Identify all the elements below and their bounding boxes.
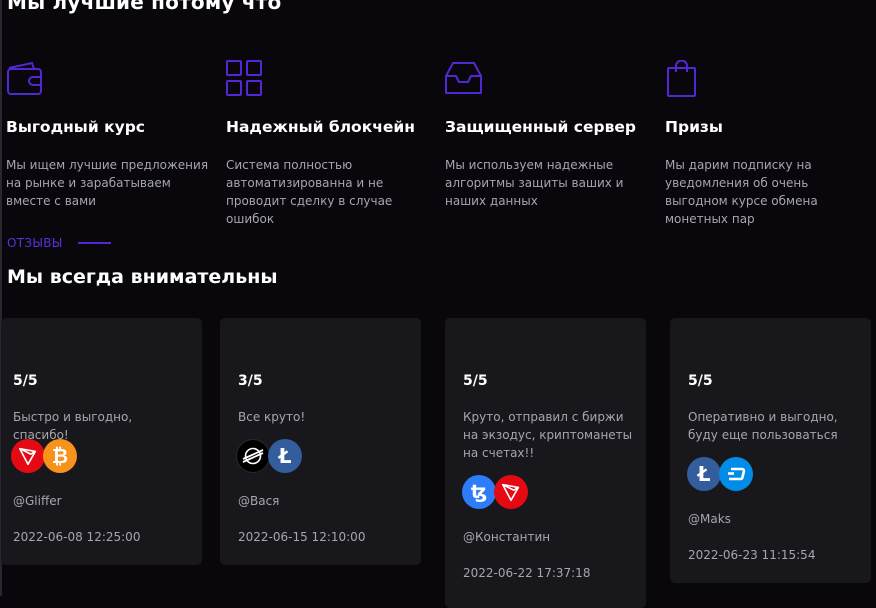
- coin-pair: Ł: [236, 439, 302, 473]
- tezos-coin-icon: ꜩ: [462, 475, 496, 509]
- feature-item: Призы Мы дарим подписку на уведомления о…: [665, 60, 870, 228]
- review-rating: 5/5: [463, 373, 488, 389]
- wallet-icon: [7, 61, 42, 95]
- reviews-section-label: ОТЗЫВЫ: [7, 236, 111, 250]
- feature-description: Система полностью автоматизированна и не…: [226, 158, 393, 226]
- litecoin-coin-icon: Ł: [687, 457, 721, 491]
- review-date: 2022-06-22 17:37:18: [463, 566, 591, 580]
- bitcoin-coin-icon: ₿: [43, 439, 77, 473]
- review-author: @Вася: [238, 494, 280, 508]
- section-heading-why-us: Мы лучшие потому что: [7, 0, 282, 14]
- section-heading-reviews: Мы всегда внимательны: [7, 266, 278, 288]
- coin-pair: Ł: [687, 457, 753, 491]
- review-author: @Константин: [463, 530, 551, 544]
- accent-line: [77, 242, 111, 244]
- review-date: 2022-06-23 11:15:54: [688, 548, 816, 562]
- review-text: Все круто!: [238, 410, 306, 424]
- coin-pair: ₿: [11, 439, 77, 473]
- feature-title: Призы: [665, 118, 723, 136]
- review-author: @Gliffer: [13, 494, 62, 508]
- tron-coin-icon: [494, 475, 528, 509]
- review-rating: 3/5: [238, 373, 263, 389]
- review-author: @Maks: [688, 512, 731, 526]
- shopping-bag-icon: [667, 60, 696, 97]
- review-rating: 5/5: [688, 373, 713, 389]
- stellar-coin-icon: [236, 439, 270, 473]
- review-card: 5/5 Круто, отправил с биржи на экзодус, …: [445, 318, 646, 608]
- review-card: 3/5 Все круто! Ł @Вася 2022-06-15 12:10:…: [220, 318, 421, 565]
- coin-pair: ꜩ: [462, 475, 528, 509]
- dash-coin-icon: [719, 457, 753, 491]
- tron-coin-icon: [11, 439, 45, 473]
- review-card: 5/5 Быстро и выгодно, спасибо! ₿ @Gliffe…: [1, 318, 202, 565]
- inbox-icon: [445, 62, 482, 94]
- review-text: Оперативно и выгодно, буду еще пользоват…: [688, 410, 838, 442]
- feature-description: Мы используем надежные алгоритмы защиты …: [445, 158, 624, 208]
- review-card: 5/5 Оперативно и выгодно, буду еще польз…: [670, 318, 871, 583]
- review-date: 2022-06-15 12:10:00: [238, 530, 366, 544]
- feature-title: Выгодный курс: [6, 118, 145, 136]
- feature-description: Мы ищем лучшие предложения на рынке и за…: [6, 158, 209, 208]
- review-rating: 5/5: [13, 373, 38, 389]
- feature-item: Защищенный сервер Мы используем надежные…: [445, 60, 650, 210]
- feature-item: Выгодный курс Мы ищем лучшие предложения…: [6, 60, 211, 210]
- reviews-label-text: ОТЗЫВЫ: [7, 236, 63, 250]
- feature-title: Надежный блокчейн: [226, 118, 415, 136]
- litecoin-coin-icon: Ł: [268, 439, 302, 473]
- grid-icon: [226, 60, 262, 96]
- feature-title: Защищенный сервер: [445, 118, 637, 136]
- feature-description: Мы дарим подписку на уведомления об очен…: [665, 158, 818, 226]
- review-date: 2022-06-08 12:25:00: [13, 530, 141, 544]
- feature-item: Надежный блокчейн Система полностью авто…: [226, 60, 431, 228]
- review-text: Круто, отправил с биржи на экзодус, крип…: [463, 410, 633, 460]
